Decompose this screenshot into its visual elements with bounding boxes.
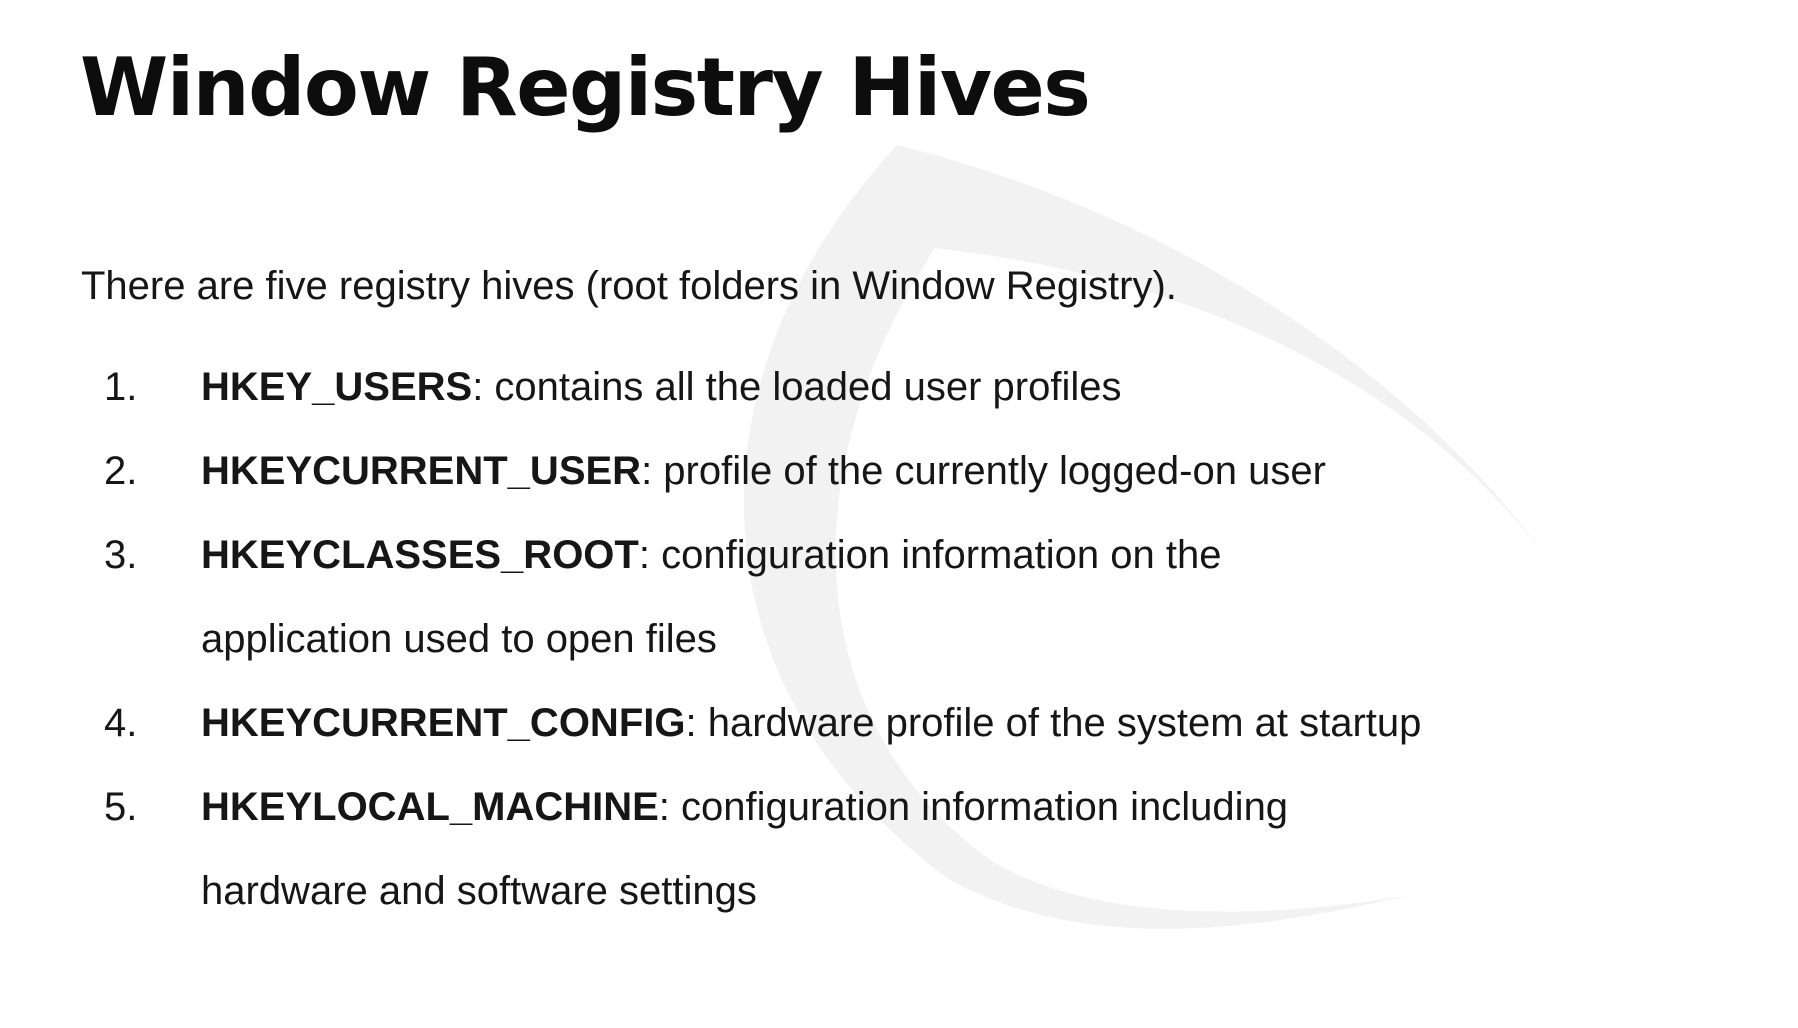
list-item-body: HKEYCURRENT_USER: profile of the current… xyxy=(201,429,1591,513)
list-item: 5. HKEYLOCAL_MACHINE: configuration info… xyxy=(0,765,1700,933)
hive-key: HKEYCLASSES_ROOT xyxy=(201,533,639,577)
list-item-body: HKEYLOCAL_MACHINE: configuration informa… xyxy=(201,765,1421,933)
list-number: 4. xyxy=(104,701,138,745)
list-number: 5. xyxy=(104,785,138,829)
hive-description: : profile of the currently logged-on use… xyxy=(641,449,1326,493)
slide-title: Window Registry Hives xyxy=(80,41,1091,134)
hive-list: 1. HKEY_USERS: contains all the loaded u… xyxy=(0,345,1700,933)
list-item: 1. HKEY_USERS: contains all the loaded u… xyxy=(0,345,1700,429)
hive-key: HKEYLOCAL_MACHINE xyxy=(201,785,659,829)
list-item: 3. HKEYCLASSES_ROOT: configuration infor… xyxy=(0,513,1700,681)
list-number: 3. xyxy=(104,533,138,577)
hive-key: HKEYCURRENT_USER xyxy=(201,449,642,493)
hive-key: HKEY_USERS xyxy=(201,365,473,409)
list-number: 1. xyxy=(104,365,138,409)
list-item-body: HKEY_USERS: contains all the loaded user… xyxy=(201,345,1591,429)
list-item-body: HKEYCURRENT_CONFIG: hardware profile of … xyxy=(201,681,1591,765)
list-item: 4. HKEYCURRENT_CONFIG: hardware profile … xyxy=(0,681,1700,765)
list-item: 2. HKEYCURRENT_USER: profile of the curr… xyxy=(0,429,1700,513)
hive-description: : hardware profile of the system at star… xyxy=(685,701,1422,745)
hive-key: HKEYCURRENT_CONFIG xyxy=(201,701,686,745)
list-item-body: HKEYCLASSES_ROOT: configuration informat… xyxy=(201,513,1321,681)
hive-description: : contains all the loaded user profiles xyxy=(472,365,1122,409)
list-number: 2. xyxy=(104,449,138,493)
intro-text: There are five registry hives (root fold… xyxy=(81,264,1177,308)
